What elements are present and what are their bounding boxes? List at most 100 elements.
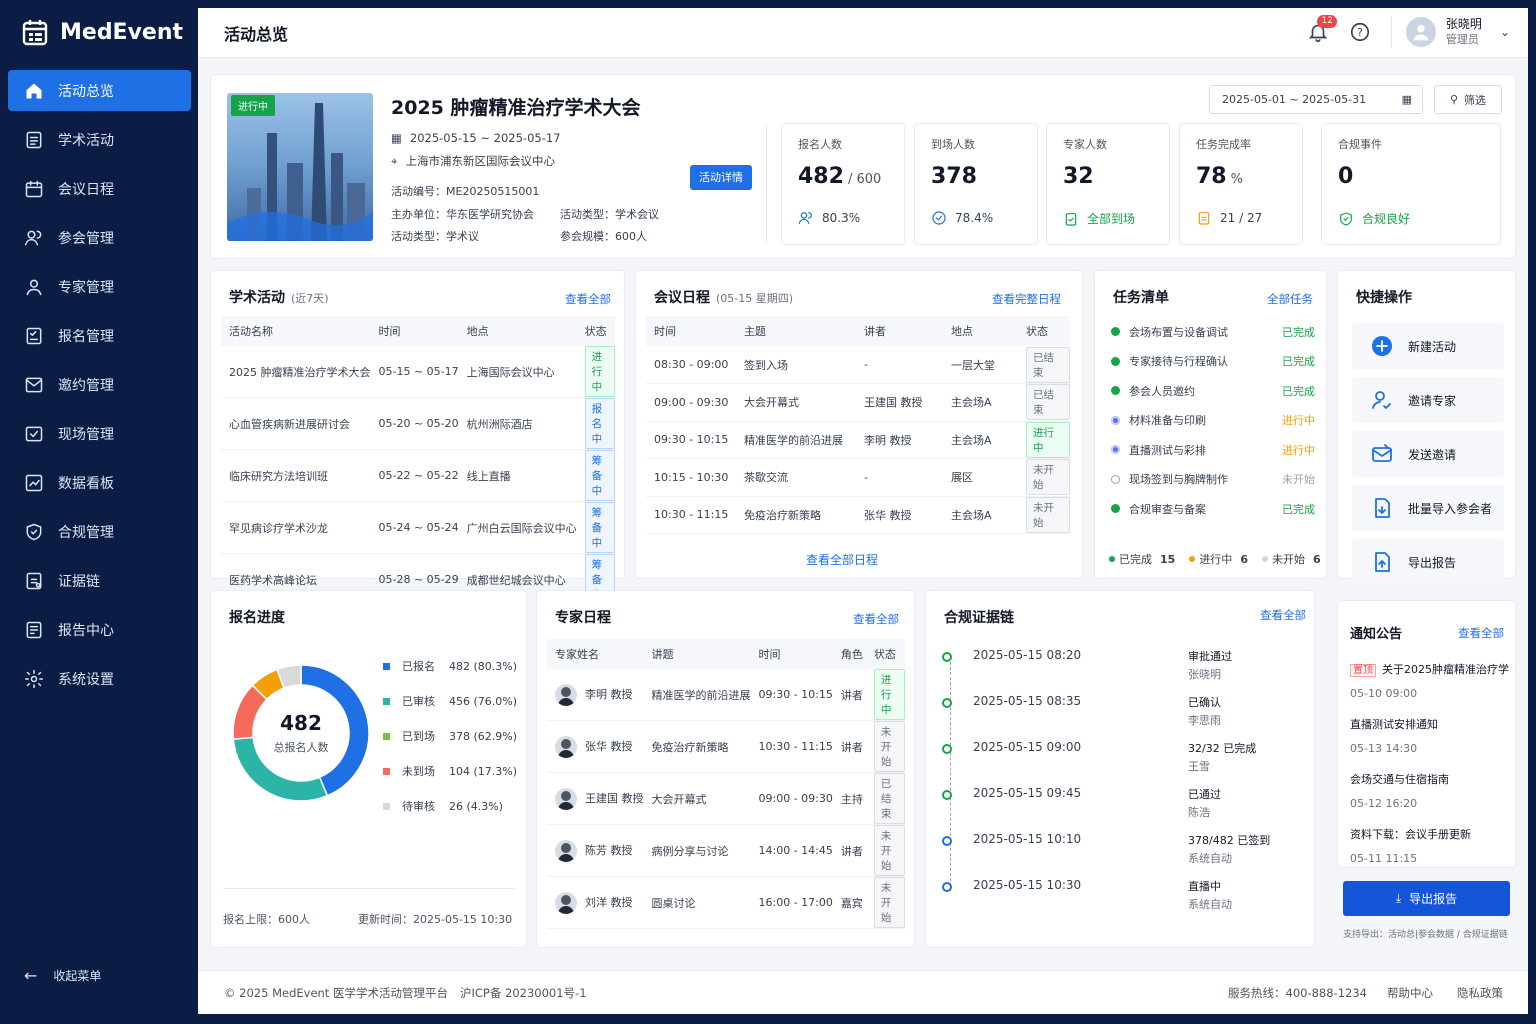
date-range-picker[interactable]: 2025-05-01 ~ 2025-05-31 ▦	[1209, 85, 1423, 114]
evidence-view-all-link[interactable]: 查看全部	[1260, 607, 1306, 623]
task-item[interactable]: 会场布置与设备调试 已完成	[1111, 317, 1315, 347]
evidence-item[interactable]: 2025-05-15 09:00 32/32 已完成 王雪	[942, 738, 1302, 784]
stat-sub-text: 21 / 27	[1220, 211, 1263, 225]
collapse-menu-button[interactable]: ← 收起菜单	[24, 966, 101, 985]
stat-card-5[interactable]: 合规事件 0 合规良好	[1321, 123, 1501, 245]
chain-icon	[26, 572, 42, 589]
cell-place: 展区	[943, 458, 1018, 497]
table-row[interactable]: 张华 教授 免疫治疗新策略 10:30 - 11:15 讲者 未开始	[547, 720, 905, 773]
export-report-button[interactable]: ⤓ 导出报告	[1343, 881, 1510, 916]
footer-icp[interactable]: 沪ICP备 20230001号-1	[460, 985, 587, 1001]
footer-privacy-link[interactable]: 隐私政策	[1457, 985, 1503, 1001]
help-icon[interactable]: ?	[1349, 21, 1371, 43]
sidebar-item-12[interactable]: 报告中心	[8, 609, 191, 650]
task-item[interactable]: 现场签到与胸牌制作 未开始	[1111, 465, 1315, 495]
schedule-title-text: 会议日程	[654, 290, 710, 306]
sidebar-item-3[interactable]: 会议日程	[8, 168, 191, 209]
notices-view-all-link[interactable]: 查看全部	[1458, 625, 1504, 641]
table-row[interactable]: 刘洋 教授 圆桌讨论 16:00 - 17:00 嘉宾 未开始	[547, 876, 905, 929]
sidebar-item-5[interactable]: 专家管理	[8, 266, 191, 307]
event-type-a: 活动类型：学术会议	[560, 208, 659, 221]
notice-item[interactable]: 置顶 关于2025肿瘤精准治疗学... 05-10 09:00	[1350, 661, 1510, 700]
table-row[interactable]: 2025 肿瘤精准治疗学术大会 05-15 ~ 05-17 上海国际会议中心 进行中	[221, 346, 615, 398]
arrow-left-icon: ←	[24, 966, 38, 985]
notification-button[interactable]: 12	[1307, 15, 1337, 43]
task-item[interactable]: 专家接待与行程确认 已完成	[1111, 347, 1315, 377]
sidebar-item-8[interactable]: 现场管理	[8, 413, 191, 454]
table-row[interactable]: 李明 教授 精准医学的前沿进展 09:30 - 10:15 讲者 进行中	[547, 669, 905, 721]
evidence-item[interactable]: 2025-05-15 09:45 已通过 陈浩	[942, 784, 1302, 830]
legend-item: 待审核 26 (4.3%)	[383, 798, 523, 814]
plus-circle-icon	[1372, 336, 1392, 356]
event-detail-button[interactable]: 活动详情	[690, 165, 752, 190]
table-row[interactable]: 09:30 - 10:15 精准医学的前沿进展 李明 教授 主会场A 进行中	[646, 421, 1070, 459]
users-icon	[798, 212, 812, 224]
event-scale: 参会规模：600人	[560, 230, 647, 243]
stat-card-4[interactable]: 任务完成率 78% 21 / 27	[1179, 123, 1303, 245]
cell-name: 李明 教授	[547, 669, 644, 721]
quick-action-button[interactable]: 新建活动	[1352, 323, 1504, 369]
sidebar-item-9[interactable]: 数据看板	[8, 462, 191, 503]
cell-time: 09:00 - 09:30	[646, 383, 736, 422]
sidebar-item-7[interactable]: 邀约管理	[8, 364, 191, 405]
cell-status: 报名中	[576, 397, 615, 450]
sidebar-item-4[interactable]: 参会管理	[8, 217, 191, 258]
footer-help-link[interactable]: 帮助中心	[1387, 985, 1433, 1001]
notice-item[interactable]: 会场交通与住宿指南 05-12 16:20	[1350, 771, 1510, 810]
evidence-item[interactable]: 2025-05-15 08:20 审批通过 张晓明	[942, 646, 1302, 692]
stat-card-2[interactable]: 到场人数 378 78.4%	[914, 123, 1038, 245]
task-item[interactable]: 直播测试与彩排 进行中	[1111, 435, 1315, 465]
notices-title: 通知公告	[1350, 627, 1403, 642]
notice-item[interactable]: 直播测试安排通知 05-13 14:30	[1350, 716, 1510, 755]
table-row[interactable]: 陈芳 教授 病例分享与讨论 14:00 - 14:45 讲者 未开始	[547, 824, 905, 877]
table-row[interactable]: 08:30 - 09:00 签到入场 - 一层大堂 已结束	[646, 346, 1070, 384]
task-status-dot	[1111, 504, 1120, 514]
activities-view-all-link[interactable]: 查看全部	[565, 291, 611, 307]
table-row[interactable]: 王建国 教授 大会开幕式 09:00 - 09:30 主持 已结束	[547, 772, 905, 825]
app-logo[interactable]: MedEvent	[22, 18, 183, 46]
cell-name: 王建国 教授	[547, 772, 644, 825]
quick-action-button[interactable]: 邀请专家	[1352, 377, 1504, 423]
filter-button[interactable]: ⚲ 筛选	[1434, 85, 1502, 114]
legend-label: 未到场	[402, 765, 435, 778]
tasks-view-all-link[interactable]: 全部任务	[1267, 291, 1313, 307]
summary-label: 进行中	[1199, 553, 1233, 566]
evidence-item[interactable]: 2025-05-15 10:30 直播中 系统自动	[942, 876, 1302, 922]
registration-total-label: 总报名人数	[273, 741, 329, 754]
task-item[interactable]: 参会人员邀约 已完成	[1111, 376, 1315, 406]
sidebar-item-11[interactable]: 证据链	[8, 560, 191, 601]
table-row[interactable]: 10:15 - 10:30 茶歇交流 - 展区 未开始	[646, 458, 1070, 497]
evidence-item[interactable]: 2025-05-15 10:10 378/482 已签到 系统自动	[942, 830, 1302, 876]
table-row[interactable]: 临床研究方法培训班 05-22 ~ 05-22 线上直播 筹备中	[221, 449, 615, 502]
table-row[interactable]: 09:00 - 09:30 大会开幕式 王建国 教授 主会场A 已结束	[646, 383, 1070, 422]
column-header: 角色	[832, 639, 866, 669]
task-item[interactable]: 合规审查与备案 已完成	[1111, 494, 1315, 524]
sidebar-item-6[interactable]: 报名管理	[8, 315, 191, 356]
schedule-view-full-link[interactable]: 查看完整日程	[992, 291, 1061, 307]
evidence-card: 合规证据链 查看全部 2025-05-15 08:20 审批通过 张晓明 2025-0…	[925, 590, 1315, 948]
pinned-badge: 置顶	[1350, 664, 1376, 677]
quick-action-button[interactable]: 发送邀请	[1352, 431, 1504, 477]
sidebar-item-13[interactable]: 系统设置	[8, 658, 191, 699]
expert-name: 李明 教授	[585, 687, 633, 701]
table-row[interactable]: 心血管疾病新进展研讨会 05-20 ~ 05-20 杭州洲际酒店 报名中	[221, 397, 615, 450]
stat-card-3[interactable]: 专家人数 32 全部到场	[1046, 123, 1170, 245]
column-header: 活动名称	[221, 316, 371, 346]
table-row[interactable]: 10:30 - 11:15 免疫治疗新策略 张华 教授 主会场A 未开始	[646, 496, 1070, 534]
sidebar-item-1[interactable]: 活动总览	[8, 70, 191, 111]
sidebar-item-2[interactable]: 学术活动	[8, 119, 191, 160]
task-name: 专家接待与行程确认	[1129, 355, 1228, 369]
quick-action-button[interactable]: 导出报告	[1352, 539, 1504, 585]
experts-view-all-link[interactable]: 查看全部	[853, 611, 899, 627]
evidence-item[interactable]: 2025-05-15 08:35 已确认 李思雨	[942, 692, 1302, 738]
user-menu[interactable]: 张晓明 管理员 ⌄	[1390, 16, 1510, 48]
task-status-dot	[1111, 474, 1120, 484]
sidebar-item-10[interactable]: 合规管理	[8, 511, 191, 552]
table-row[interactable]: 罕见病诊疗学术沙龙 05-24 ~ 05-24 广州白云国际会议中心 筹备中	[221, 501, 615, 554]
schedule-view-all-link[interactable]: 查看全部日程	[806, 551, 878, 568]
calendar-icon: ▦	[1401, 93, 1412, 106]
task-item[interactable]: 材料准备与印刷 进行中	[1111, 406, 1315, 436]
stat-card-1[interactable]: 报名人数 482/ 600 80.3%	[781, 123, 905, 245]
notice-item[interactable]: 资料下载：会议手册更新 05-11 11:15	[1350, 826, 1510, 865]
quick-action-button[interactable]: 批量导入参会者	[1352, 485, 1504, 531]
